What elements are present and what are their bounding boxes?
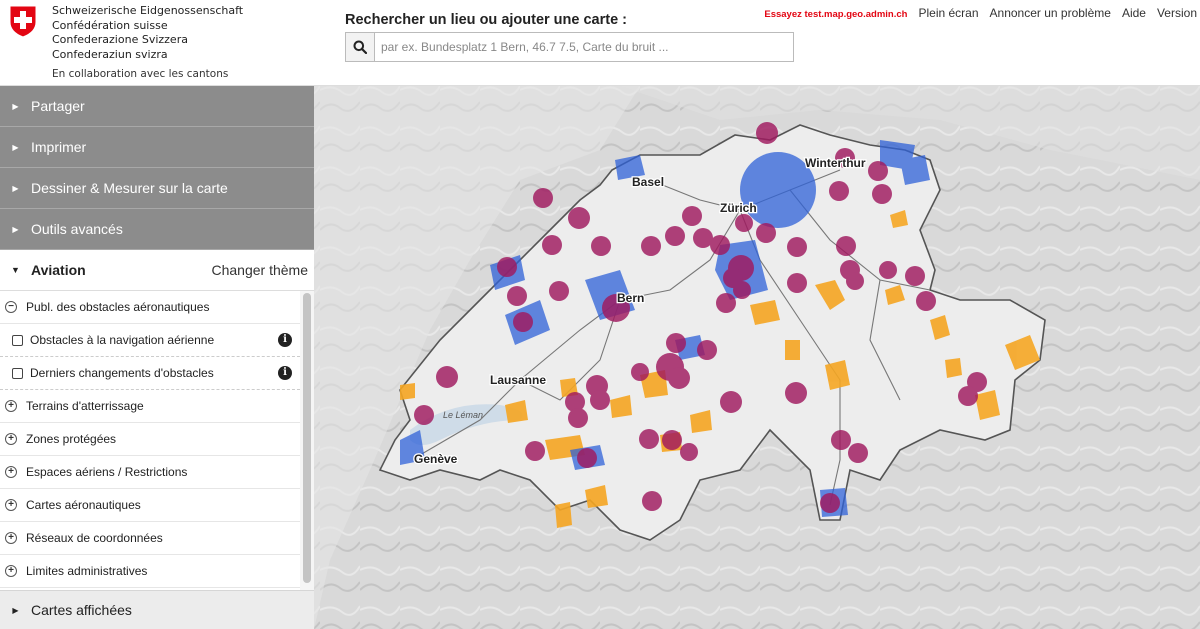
map-canvas[interactable]: Le Léman Basel Zürich Winterthur Bern La… [314,86,1200,629]
tree-group-label: Zones protégées [26,432,117,446]
search-input[interactable] [375,33,793,61]
panel-advanced-tools[interactable]: ▶ Outils avancés [0,209,314,250]
panel-advanced-tools-label: Outils avancés [31,221,123,237]
city-label-geneve: Genève [414,452,458,466]
expand-icon[interactable]: + [5,499,17,511]
search-icon [353,40,367,54]
org-line-fr: Confédération suisse [52,18,168,32]
help-link[interactable]: Aide [1122,6,1146,20]
panel-draw-measure[interactable]: ▶ Dessiner & Mesurer sur la carte [0,168,314,209]
tree-group-label: Cartes aéronautiques [26,498,141,512]
caret-right-icon: ▶ [12,224,19,234]
lake-leman-label: Le Léman [443,410,483,420]
org-line-rm: Confederaziun svizra [52,47,168,61]
report-problem-link[interactable]: Annoncer un problème [990,6,1111,20]
tree-group-label: Espaces aériens / Restrictions [26,465,188,479]
caret-down-icon: ▼ [11,265,20,275]
change-theme-button[interactable]: Changer thème [211,262,314,278]
expand-icon[interactable]: + [5,532,17,544]
collab-text: En collaboration avec les cantons [52,68,229,80]
version-link[interactable]: Version [1157,6,1197,20]
tree-group-charts[interactable]: + Cartes aéronautiques [0,489,300,522]
caret-right-icon: ▶ [12,605,19,615]
header: Schweizerische Eidgenossenschaft Confédé… [0,0,1200,86]
search-button[interactable] [346,33,375,61]
expand-icon[interactable]: + [5,433,17,445]
swiss-cross-logo[interactable] [8,4,38,38]
org-line-it: Confederazione Svizzera [52,33,188,46]
top-links: Essayez test.map.geo.admin.ch Plein écra… [764,6,1197,20]
search-box [345,32,794,62]
city-label-bern: Bern [617,291,644,305]
caret-right-icon: ▶ [12,183,19,193]
info-icon[interactable]: i [278,366,292,380]
panel-print-label: Imprimer [31,139,87,155]
try-test-link[interactable]: Essayez test.map.geo.admin.ch [764,9,907,20]
caret-right-icon: ▶ [12,101,19,111]
tree-group-label: Limites administratives [26,564,148,578]
tree-group-label: Publ. des obstacles aéronautiques [26,300,210,314]
tree-scrollbar[interactable] [300,291,314,591]
tree-group-label: Terrains d'atterrissage [26,399,144,413]
panel-draw-measure-label: Dessiner & Mesurer sur la carte [31,180,228,196]
map-view[interactable]: Le Léman Basel Zürich Winterthur Bern La… [314,86,1200,629]
expand-icon[interactable]: + [5,466,17,478]
collapse-icon[interactable]: − [5,301,17,313]
tree-layer-changes[interactable]: Derniers changements d'obstacles i [0,357,300,390]
tree-group-boundaries[interactable]: + Limites administratives [0,555,300,588]
tree-group-grids[interactable]: + Réseaux de coordonnées [0,522,300,555]
info-icon[interactable]: i [278,333,292,347]
tree-layer-obstacles[interactable]: Obstacles à la navigation aérienne i [0,324,300,357]
expand-icon[interactable]: + [5,400,17,412]
theme-name: Aviation [31,262,86,278]
tree-group-protected[interactable]: + Zones protégées [0,423,300,456]
tree-group-landing[interactable]: + Terrains d'atterrissage [0,390,300,423]
panel-displayed-label: Cartes affichées [31,602,132,618]
organisation-name: Schweizerische Eidgenossenschaft Confédé… [52,4,243,82]
caret-right-icon: ▶ [12,142,19,152]
panel-share[interactable]: ▶ Partager [0,86,314,127]
search-title: Rechercher un lieu ou ajouter une carte … [345,12,628,28]
tree-layer-label: Derniers changements d'obstacles [30,366,214,380]
tree-layer-label: Obstacles à la navigation aérienne [30,333,215,347]
panel-share-label: Partager [31,98,85,114]
sidebar: ▶ Partager ▶ Imprimer ▶ Dessiner & Mesur… [0,86,314,629]
layer-tree: − Publ. des obstacles aéronautiques Obst… [0,291,300,588]
scrollbar-thumb[interactable] [303,293,311,583]
fullscreen-link[interactable]: Plein écran [918,6,978,20]
layer-checkbox[interactable] [12,367,23,379]
layer-checkbox[interactable] [12,334,23,346]
tree-group-label: Réseaux de coordonnées [26,531,163,545]
city-label-zurich: Zürich [720,201,757,215]
city-label-basel: Basel [632,175,664,189]
panel-print[interactable]: ▶ Imprimer [0,127,314,168]
tree-group-obstacles[interactable]: − Publ. des obstacles aéronautiques [0,291,300,324]
tree-group-airspace[interactable]: + Espaces aériens / Restrictions [0,456,300,489]
city-label-lausanne: Lausanne [490,373,546,387]
theme-header[interactable]: ▼ Aviation Changer thème [0,250,314,291]
org-line-de: Schweizerische Eidgenossenschaft [52,4,244,17]
expand-icon[interactable]: + [5,565,17,577]
panel-displayed-maps[interactable]: ▶ Cartes affichées [0,590,314,629]
city-label-winterthur: Winterthur [805,156,866,170]
